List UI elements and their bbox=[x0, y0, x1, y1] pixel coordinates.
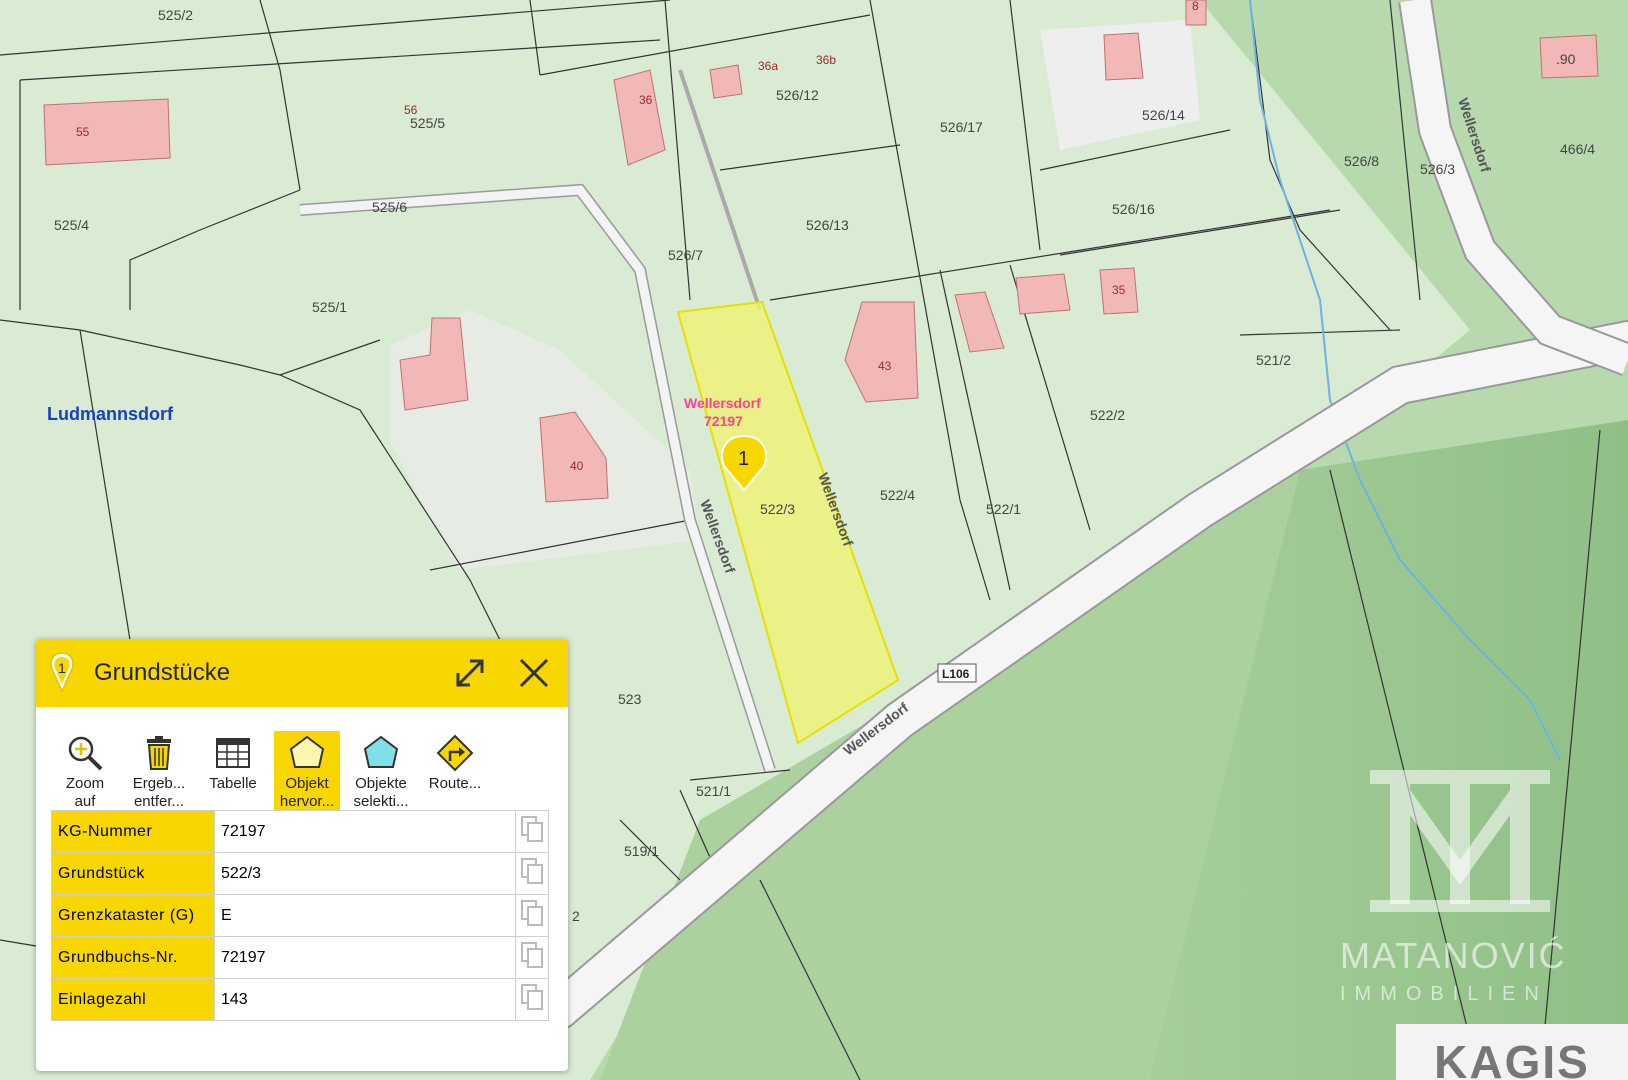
svg-text:L106: L106 bbox=[942, 667, 970, 681]
attribute-value: E bbox=[214, 894, 516, 937]
copy-button[interactable] bbox=[515, 894, 549, 937]
table-row: Grundstück 522/3 bbox=[51, 852, 549, 895]
trash-icon bbox=[147, 736, 171, 770]
watermark-sub: IMMOBILIEN bbox=[1340, 983, 1548, 1005]
select-polygon-icon bbox=[363, 735, 399, 768]
building-label: 43 bbox=[878, 359, 892, 373]
expand-icon[interactable] bbox=[452, 655, 488, 691]
region-label: Ludmannsdorf bbox=[47, 404, 174, 424]
attribute-key: Grenzkataster (G) bbox=[51, 894, 215, 937]
building-label: 8 bbox=[1192, 0, 1199, 13]
highlight-object-button[interactable]: Objekt hervor... bbox=[274, 731, 340, 813]
attribute-key: Grundbuchs-Nr. bbox=[51, 936, 215, 979]
table-icon bbox=[216, 738, 250, 768]
parcel-label: 526/3 bbox=[1420, 161, 1455, 177]
table-row: KG-Nummer 72197 bbox=[51, 810, 549, 853]
parcel-label: 519/1 bbox=[624, 843, 659, 859]
selected-parcel-name: Wellersdorf bbox=[684, 395, 761, 411]
parcel-label: 526/7 bbox=[668, 247, 703, 263]
building-label: 40 bbox=[570, 459, 584, 473]
map-pin-icon: 1 bbox=[50, 652, 74, 693]
table-row: Grundbuchs-Nr. 72197 bbox=[51, 936, 549, 979]
copy-icon bbox=[521, 984, 543, 1010]
parcel-label: .90 bbox=[1556, 51, 1576, 67]
parcel-label: 522/2 bbox=[1090, 407, 1125, 423]
building-label: 36 bbox=[639, 93, 653, 107]
parcel-label: 525/4 bbox=[54, 217, 89, 233]
clear-results-button[interactable]: Ergeb... entfer... bbox=[126, 731, 192, 813]
building-label: 36a bbox=[758, 59, 778, 73]
copy-button[interactable] bbox=[515, 810, 549, 853]
building-label: 55 bbox=[76, 125, 90, 139]
parcel-label: 2 bbox=[572, 908, 580, 924]
attribute-value: 72197 bbox=[214, 936, 516, 979]
parcel-label: 522/3 bbox=[760, 501, 795, 517]
source-badge: KAGIS bbox=[1396, 1024, 1628, 1080]
copy-button[interactable] bbox=[515, 978, 549, 1021]
svg-text:1: 1 bbox=[58, 660, 66, 676]
parcel-label: 522/4 bbox=[880, 487, 915, 503]
parcel-label: 526/14 bbox=[1142, 107, 1185, 123]
attribute-value: 522/3 bbox=[214, 852, 516, 895]
building-label: 35 bbox=[1112, 283, 1126, 297]
close-icon[interactable] bbox=[516, 655, 552, 691]
zoom-in-icon bbox=[68, 736, 103, 771]
parcel-label: 466/4 bbox=[1560, 141, 1595, 157]
panel-toolbar: Zoom auf Ergeb... entfer... Tabelle Obje… bbox=[36, 707, 568, 813]
parcel-label: 526/17 bbox=[940, 119, 983, 135]
attribute-key: Grundstück bbox=[51, 852, 215, 895]
select-objects-button[interactable]: Objekte selekti... bbox=[348, 731, 414, 813]
watermark-logo: MATANOVIĆ IMMOBILIEN bbox=[1340, 760, 1580, 1006]
parcel-label: 521/1 bbox=[696, 783, 731, 799]
table-button[interactable]: Tabelle bbox=[200, 731, 266, 813]
building-label: 56 bbox=[404, 103, 418, 117]
parcel-label: 525/5 bbox=[410, 115, 445, 131]
attribute-value: 72197 bbox=[214, 810, 516, 853]
building-label: 36b bbox=[816, 53, 836, 67]
attribute-key: Einlagezahl bbox=[51, 978, 215, 1021]
copy-icon bbox=[521, 900, 543, 926]
route-icon bbox=[436, 734, 474, 772]
panel-header: 1 Grundstücke bbox=[36, 639, 568, 707]
attribute-value: 143 bbox=[214, 978, 516, 1021]
attribute-table: KG-Nummer 72197 Grundstück 522/3 Grenzka… bbox=[51, 810, 549, 1021]
attribute-key: KG-Nummer bbox=[51, 810, 215, 853]
parcel-label: 525/6 bbox=[372, 199, 407, 215]
parcel-label: 525/1 bbox=[312, 299, 347, 315]
results-panel: 1 Grundstücke Zoom auf Ergeb... entfer..… bbox=[36, 639, 568, 1071]
parcel-label: 526/12 bbox=[776, 87, 819, 103]
zoom-to-button[interactable]: Zoom auf bbox=[52, 731, 118, 813]
copy-icon bbox=[521, 816, 543, 842]
parcel-label: 521/2 bbox=[1256, 352, 1291, 368]
parcel-label: 526/8 bbox=[1344, 153, 1379, 169]
route-button[interactable]: Route... bbox=[422, 731, 488, 813]
copy-button[interactable] bbox=[515, 936, 549, 979]
table-row: Einlagezahl 143 bbox=[51, 978, 549, 1021]
parcel-label: 526/16 bbox=[1112, 201, 1155, 217]
copy-icon bbox=[521, 858, 543, 884]
road-badge: L106 bbox=[937, 663, 977, 683]
selected-parcel-code: 72197 bbox=[704, 413, 743, 429]
parcel-label: 522/1 bbox=[986, 501, 1021, 517]
copy-button[interactable] bbox=[515, 852, 549, 895]
parcel-label: 525/2 bbox=[158, 7, 193, 23]
watermark-brand: MATANOVIĆ bbox=[1340, 935, 1567, 976]
panel-title: Grundstücke bbox=[94, 659, 231, 686]
highlight-polygon-icon bbox=[289, 735, 325, 768]
parcel-label: 526/13 bbox=[806, 217, 849, 233]
svg-text:1: 1 bbox=[738, 448, 749, 470]
parcel-label: 523 bbox=[618, 691, 642, 707]
copy-icon bbox=[521, 942, 543, 968]
table-row: Grenzkataster (G) E bbox=[51, 894, 549, 937]
matanovic-logo-icon bbox=[1370, 770, 1550, 912]
